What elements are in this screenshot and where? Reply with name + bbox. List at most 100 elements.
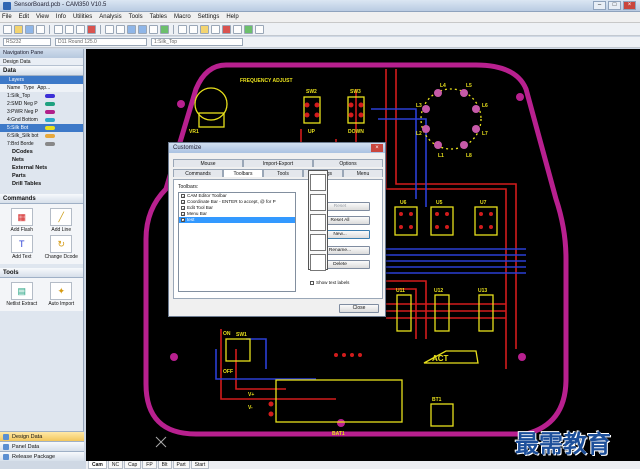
zoom-all-icon[interactable] <box>149 24 158 34</box>
tab-cap[interactable]: Cap <box>124 461 142 469</box>
redraw-icon[interactable] <box>160 24 169 34</box>
cut-icon[interactable] <box>54 24 63 34</box>
menu-info[interactable]: Info <box>56 14 66 20</box>
close-window-button[interactable]: × <box>623 1 636 10</box>
show-text-labels-option[interactable]: Show text labels <box>310 280 349 285</box>
tab-blt[interactable]: Blt <box>157 461 172 469</box>
layers-node[interactable]: Layers <box>0 76 83 84</box>
toolbars-list[interactable]: ✓ CAM Editor Toolbar ✓ Coordinate Bar - EN… <box>178 192 296 292</box>
layer-row[interactable]: 5:Silk Bot <box>0 124 83 132</box>
copy-icon[interactable] <box>65 24 74 34</box>
tab-cam[interactable]: Cam <box>88 461 107 469</box>
layer-row[interactable]: 6:Silk_Silk bot <box>0 132 83 140</box>
redo-icon[interactable] <box>116 24 125 34</box>
save-icon[interactable] <box>25 24 34 34</box>
panel-data-button[interactable]: Panel Data <box>0 441 84 451</box>
layer-color-swatch[interactable] <box>45 142 55 146</box>
toolbar-checkbox[interactable]: ✓ <box>181 212 185 217</box>
menu-file[interactable]: File <box>2 14 12 20</box>
change-dcode-command[interactable]: ↻ Change Dcode <box>43 235 81 260</box>
toolbar-slot[interactable] <box>310 254 326 271</box>
undo-icon[interactable] <box>105 24 114 34</box>
add-flash-command[interactable]: ▦ Add Flash <box>3 208 41 233</box>
maximize-button[interactable]: □ <box>608 1 621 10</box>
layer-color-swatch[interactable] <box>45 134 55 138</box>
zoom-in-icon[interactable] <box>127 24 136 34</box>
new-file-icon[interactable] <box>3 24 12 34</box>
menu-macro[interactable]: Macro <box>174 14 191 20</box>
layer-color-swatch[interactable] <box>45 94 55 98</box>
layer-combo[interactable]: 1:Silk_Top <box>151 38 243 46</box>
paste-icon[interactable] <box>76 24 85 34</box>
layer-color-swatch[interactable] <box>45 102 55 106</box>
layer-row[interactable]: 3:PWR Neg P <box>0 108 83 116</box>
tab-start[interactable]: Start <box>190 461 210 469</box>
toolbar-slot[interactable] <box>310 174 326 191</box>
toolbar-slot[interactable] <box>310 214 326 231</box>
layer-row[interactable]: 1:Silk_Top <box>0 92 83 100</box>
menu-help[interactable]: Help <box>226 14 238 20</box>
menu-tools[interactable]: Tools <box>129 14 143 20</box>
col-app[interactable]: App... <box>37 84 50 92</box>
units-combo[interactable]: RS232 <box>3 38 51 46</box>
tools-section-header[interactable]: Tools <box>0 268 83 278</box>
release-package-button[interactable]: Release Package <box>0 451 84 461</box>
nets-node[interactable]: Nets <box>0 156 83 164</box>
tab-toolbars[interactable]: Toolbars <box>223 169 263 177</box>
tab-mouse[interactable]: Mouse <box>173 159 243 167</box>
tab-fp[interactable]: FP <box>142 461 157 469</box>
dialog-close-button[interactable]: Close <box>339 304 379 313</box>
toolbar-item[interactable]: ✓ test <box>179 217 295 223</box>
floating-test-toolbar[interactable] <box>308 170 328 271</box>
toolbar-checkbox[interactable]: ✓ <box>181 218 185 223</box>
help-icon[interactable] <box>255 24 264 34</box>
dcodes-node[interactable]: DCodes <box>0 148 83 156</box>
parts-node[interactable]: Parts <box>0 172 83 180</box>
toolbar-checkbox[interactable]: ✓ <box>181 206 185 211</box>
tab-menu[interactable]: Menu <box>343 169 383 177</box>
layer-color-swatch[interactable] <box>45 118 55 122</box>
menu-utilities[interactable]: Utilities <box>73 14 92 20</box>
print-icon[interactable] <box>36 24 45 34</box>
tab-nc[interactable]: NC <box>107 461 124 469</box>
toolbar-slot[interactable] <box>310 234 326 251</box>
drill-tables-node[interactable]: Drill Tables <box>0 180 83 188</box>
tab-part[interactable]: Part <box>172 461 190 469</box>
layer-color-swatch[interactable] <box>45 126 55 130</box>
external-nets-node[interactable]: External Nets <box>0 164 83 172</box>
dialog-close-icon[interactable]: × <box>371 144 383 152</box>
dcode-combo[interactable]: D11 Round 125.0 <box>55 38 147 46</box>
query-icon[interactable] <box>211 24 220 34</box>
tab-import-export[interactable]: Import-Export <box>243 159 313 167</box>
zoom-out-icon[interactable] <box>138 24 147 34</box>
design-data-button[interactable]: Design Data <box>0 431 84 441</box>
menu-edit[interactable]: Edit <box>19 14 29 20</box>
netlist-extract-tool[interactable]: ▤ Netlist Extract <box>3 282 41 307</box>
menu-view[interactable]: View <box>36 14 49 20</box>
layer-icon[interactable] <box>244 24 253 34</box>
tab-commands[interactable]: Commands <box>173 169 223 177</box>
stop-icon[interactable] <box>222 24 231 34</box>
delete-icon[interactable] <box>87 24 96 34</box>
toolbar-slot[interactable] <box>310 194 326 211</box>
measure-icon[interactable] <box>189 24 198 34</box>
highlight-icon[interactable] <box>200 24 209 34</box>
tab-options[interactable]: Options <box>313 159 383 167</box>
layer-color-swatch[interactable] <box>45 110 55 114</box>
select-icon[interactable] <box>178 24 187 34</box>
col-type[interactable]: Type <box>23 84 34 92</box>
commands-section-header[interactable]: Commands <box>0 194 83 204</box>
open-folder-icon[interactable] <box>14 24 23 34</box>
auto-import-tool[interactable]: ✦ Auto Import <box>43 282 81 307</box>
add-line-command[interactable]: ╱ Add Line <box>43 208 81 233</box>
layer-row[interactable]: 2:SMD Neg P <box>0 100 83 108</box>
show-text-labels-checkbox[interactable] <box>310 280 314 285</box>
tab-tools[interactable]: Tools <box>263 169 303 177</box>
layer-row[interactable]: 4:Gnd Bottom <box>0 116 83 124</box>
toolbar-checkbox[interactable]: ✓ <box>181 200 185 205</box>
layer-row[interactable]: 7:Brd Borde <box>0 140 83 148</box>
toolbar-checkbox[interactable]: ✓ <box>181 194 185 199</box>
add-text-command[interactable]: T Add Text <box>3 235 41 260</box>
grid-icon[interactable] <box>233 24 242 34</box>
menu-tables[interactable]: Tables <box>150 14 167 20</box>
